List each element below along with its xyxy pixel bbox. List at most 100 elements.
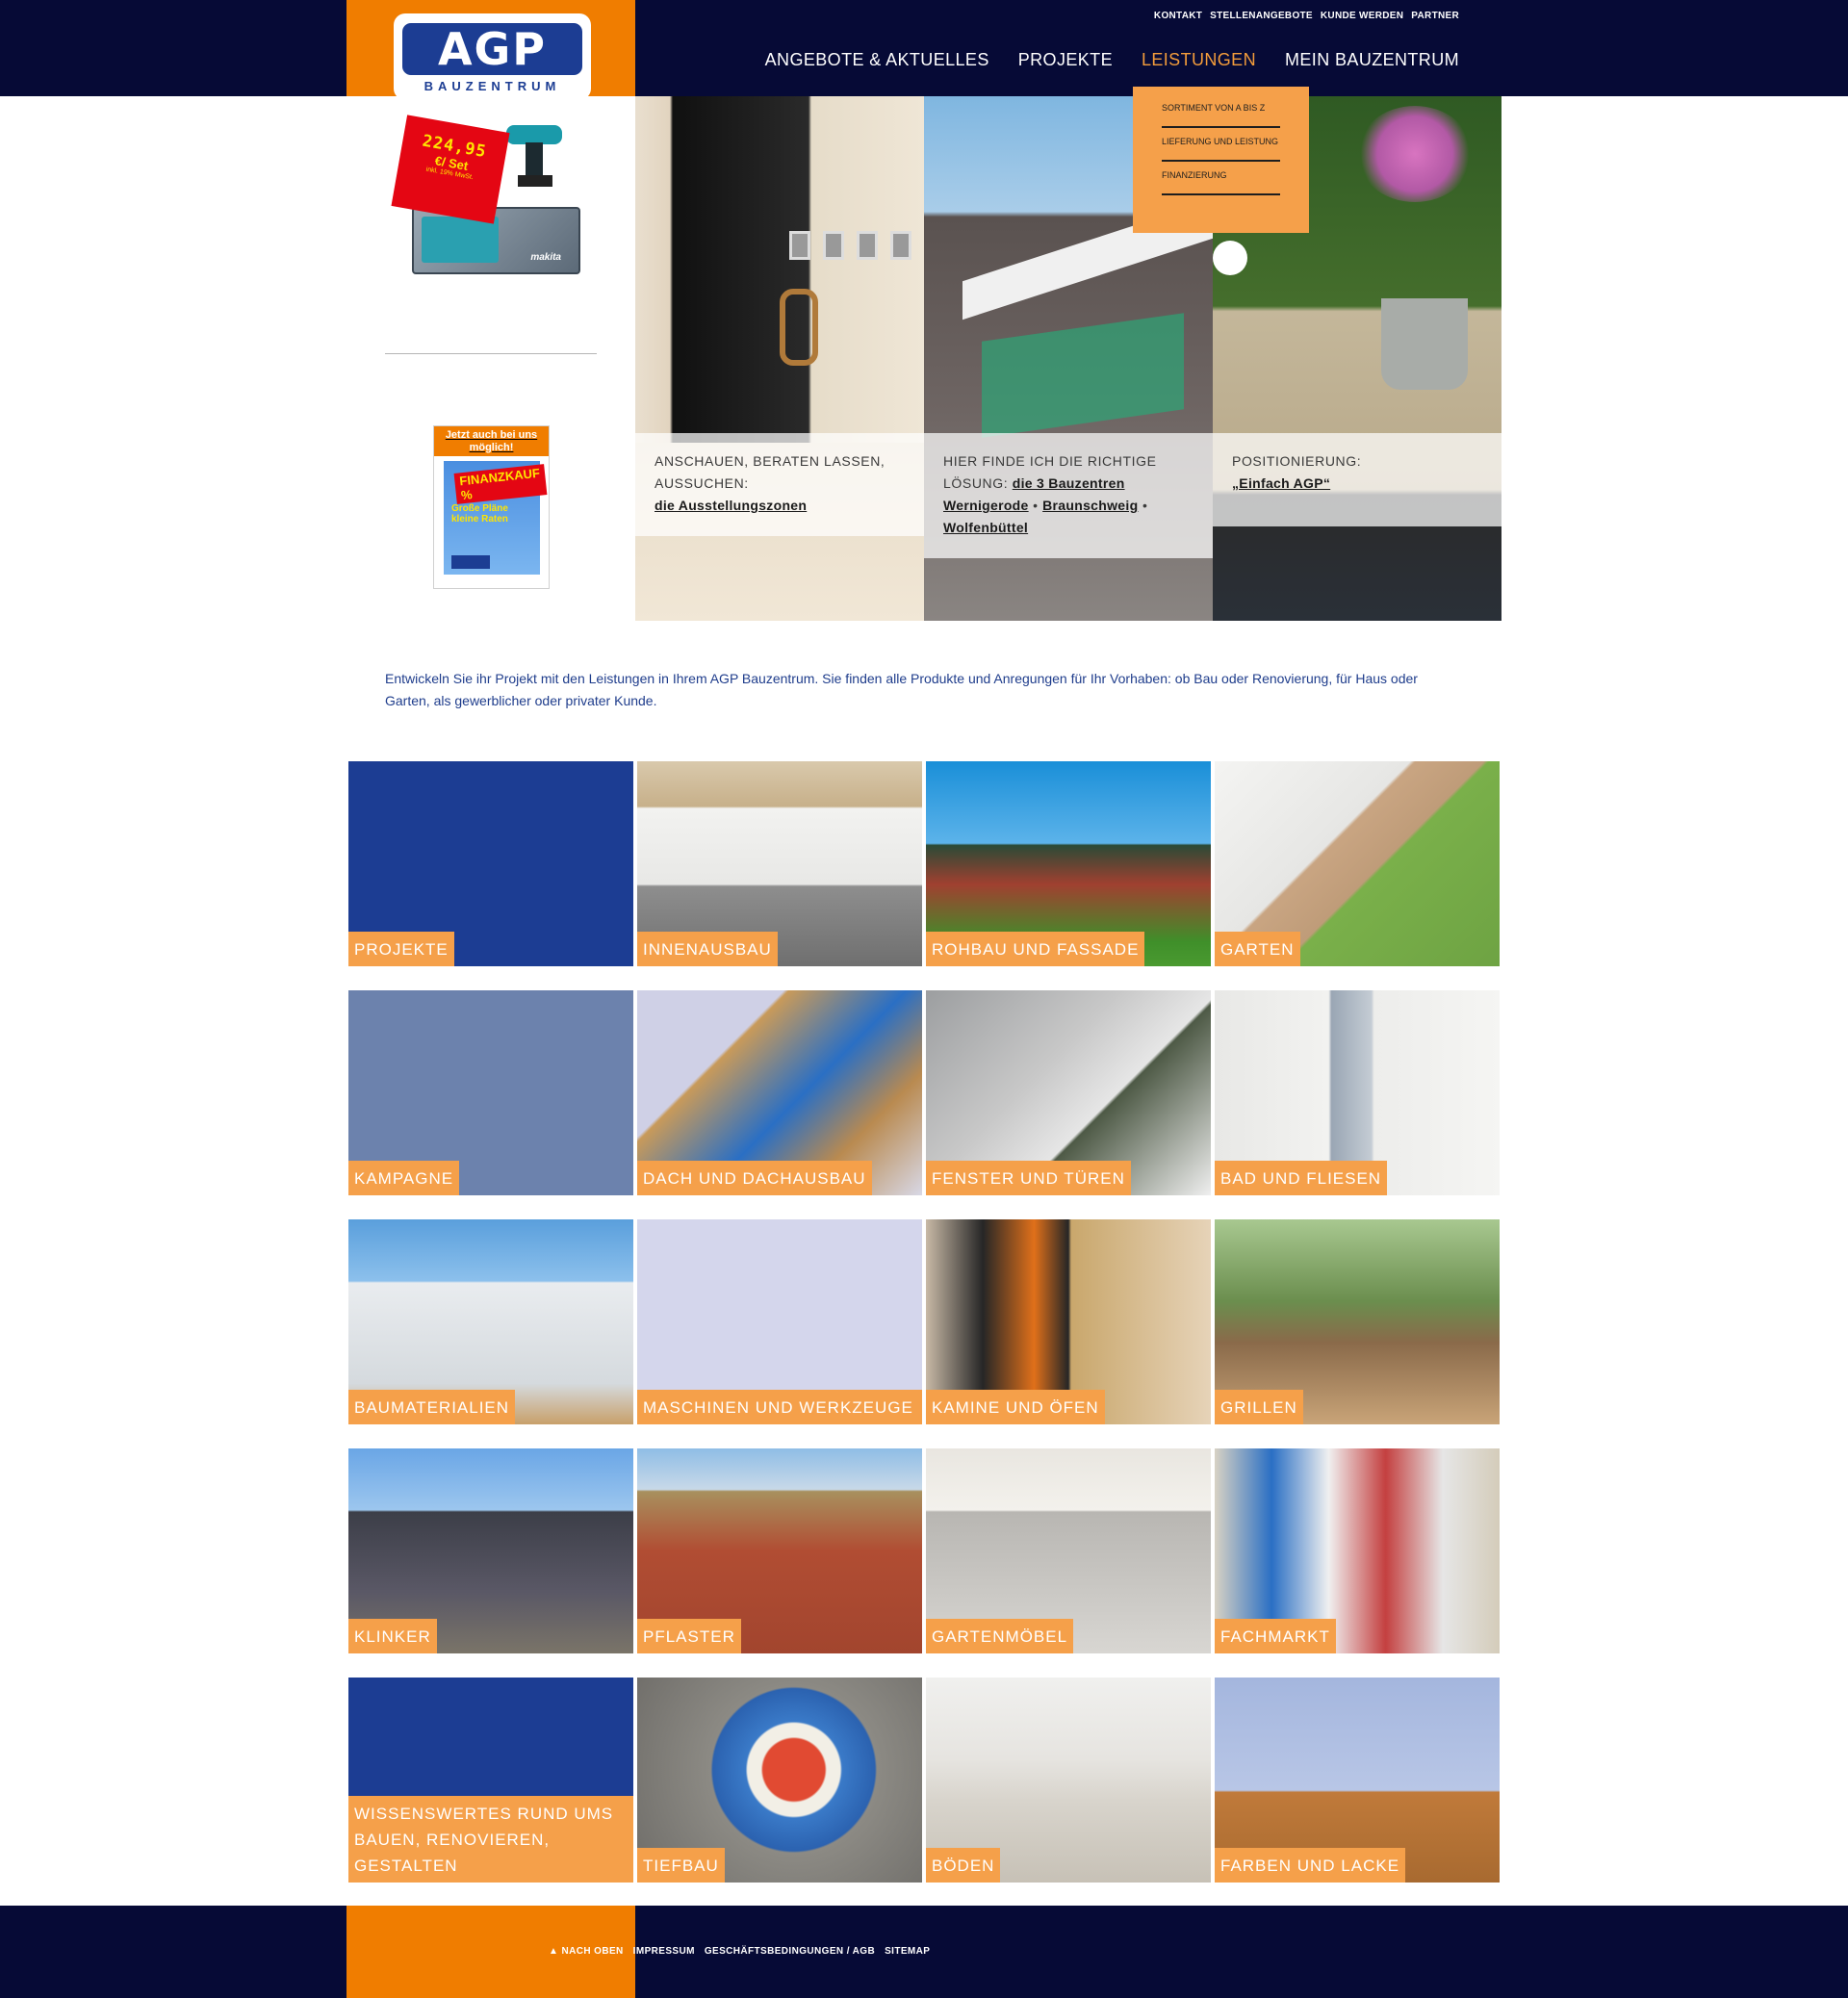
category-label: MASCHINEN UND WERKZEUGE [637,1390,922,1424]
utility-link-kunde-werden[interactable]: KUNDE WERDEN [1321,11,1403,21]
separator: • [1033,498,1039,513]
category-label: PROJEKTE [348,932,454,966]
link-ausstellungszonen[interactable]: die Ausstellungszonen [654,498,807,513]
category-tile[interactable]: GARTEN [1215,761,1500,966]
back-to-top-label: NACH OBEN [561,1946,624,1957]
category-label: KAMPAGNE [348,1161,460,1195]
category-tile[interactable]: GRILLEN [1215,1219,1500,1424]
category-label: BAUMATERIALIEN [348,1390,516,1424]
category-tile[interactable]: INNENAUSBAU [637,761,922,966]
logo-subtitle: BAUZENTRUM [424,79,561,93]
utility-nav: KONTAKT STELLENANGEBOTE KUNDE WERDEN PAR… [1154,11,1459,21]
hero-caption-1: ANSCHAUEN, BERATEN LASSEN, AUSSUCHEN: di… [635,433,924,536]
wall-picture [890,231,911,260]
category-tile[interactable]: BAD UND FLIESEN [1215,990,1500,1195]
footer-link-sitemap[interactable]: SITEMAP [885,1946,930,1957]
logo-home-link[interactable]: AGP BAUZENTRUM [394,13,591,100]
promo-finance-banner[interactable]: Jetzt auch bei uns möglich! FINANZKAUF %… [433,425,550,589]
nav-mein-bauzentrum[interactable]: MEIN BAUZENTRUM [1285,50,1459,70]
hero-flower-pot [1381,298,1468,390]
category-tile[interactable]: BÖDEN [926,1678,1211,1883]
hero-caption-2: HIER FINDE ICH DIE RICHTIGE LÖSUNG: die … [924,433,1213,558]
drill-icon [506,119,564,187]
category-label: BAD UND FLIESEN [1215,1161,1388,1195]
hero-flowers [1357,106,1473,202]
category-label: ROHBAU UND FASSADE [926,932,1145,966]
category-label: KLINKER [348,1619,437,1653]
main-nav: ANGEBOTE & AKTUELLES PROJEKTE LEISTUNGEN… [765,50,1459,70]
link-wolfenbuettel[interactable]: Wolfenbüttel [943,520,1028,535]
utility-link-partner[interactable]: PARTNER [1411,11,1459,21]
hero-showroom: ANSCHAUEN, BERATEN LASSEN, AUSSUCHEN: di… [635,96,924,621]
leistungen-dropdown: SORTIMENT VON A BIS Z LIEFERUNG UND LEIS… [1133,87,1309,233]
finance-claim: Große Pläne kleine Raten [451,503,508,525]
separator: • [1142,498,1148,513]
wall-picture [823,231,844,260]
dropdown-item-lieferung[interactable]: LIEFERUNG UND LEISTUNG [1162,128,1280,162]
category-tile[interactable]: BAUMATERIALIEN [348,1219,633,1424]
nav-angebote[interactable]: ANGEBOTE & AKTUELLES [765,50,989,70]
category-label: GARTEN [1215,932,1300,966]
category-tile[interactable]: KLINKER [348,1448,633,1653]
sidebar-divider [385,353,597,354]
hero-glass-balcony [982,313,1184,438]
dropdown-item-finanzierung[interactable]: FINANZIERUNG [1162,162,1280,195]
link-3-bauzentren[interactable]: die 3 Bauzentren [1013,475,1125,491]
utility-link-stellenangebote[interactable]: STELLENANGEBOTE [1210,11,1313,21]
price-badge: 224,95 €/ Set inkl. 19% MwSt. [391,115,510,224]
finance-flyer: FINANZKAUF % Große Pläne kleine Raten [444,461,548,575]
category-label: BÖDEN [926,1848,1001,1883]
promo-drill-offer[interactable]: makita 224,95 €/ Set inkl. 19% MwSt. [391,115,595,284]
finance-tag: FINANZKAUF % [453,464,548,504]
link-einfach-agp[interactable]: „Einfach AGP“ [1232,475,1330,491]
wall-picture [789,231,810,260]
category-tile[interactable]: TIEFBAU [637,1678,922,1883]
wall-picture [857,231,878,260]
logo-block: AGP BAUZENTRUM [346,0,635,100]
drill-grip [526,142,543,177]
category-tile[interactable]: ROHBAU UND FASSADE [926,761,1211,966]
intro-text: Entwickeln Sie ihr Projekt mit den Leist… [385,671,1418,708]
link-braunschweig[interactable]: Braunschweig [1042,498,1138,513]
category-tile[interactable]: FENSTER UND TÜREN [926,990,1211,1195]
category-tile[interactable]: DACH UND DACHAUSBAU [637,990,922,1195]
dropdown-item-sortiment[interactable]: SORTIMENT VON A BIS Z [1162,94,1280,128]
category-tile[interactable]: GARTENMÖBEL [926,1448,1211,1653]
tool-case-insert [422,217,499,263]
chair-image [780,289,818,366]
category-label: GARTENMÖBEL [926,1619,1074,1653]
utility-link-kontakt[interactable]: KONTAKT [1154,11,1202,21]
drill-head [506,125,562,144]
category-tile[interactable]: KAMPAGNE [348,990,633,1195]
footer-nav: ▲ NACH OBEN IMPRESSUM GESCHÄFTSBEDINGUNG… [549,1946,930,1957]
footer-link-agb[interactable]: GESCHÄFTSBEDINGUNGEN / AGB [705,1946,875,1957]
category-label: FACHMARKT [1215,1619,1336,1653]
hero-caption-3: POSITIONIERUNG: „Einfach AGP“ [1213,433,1502,526]
footer: ▲ NACH OBEN IMPRESSUM GESCHÄFTSBEDINGUNG… [0,1906,1848,1998]
category-tile[interactable]: MASCHINEN UND WERKZEUGE [637,1219,922,1424]
link-wernigerode[interactable]: Wernigerode [943,498,1029,513]
finance-heading: Jetzt auch bei uns möglich! [434,426,549,457]
nav-projekte[interactable]: PROJEKTE [1018,50,1113,70]
hero-caption-text: POSITIONIERUNG: [1232,453,1362,469]
promo-brand: makita [530,252,561,263]
category-label: PFLASTER [637,1619,741,1653]
category-tile[interactable]: FACHMARKT [1215,1448,1500,1653]
chevron-up-icon: ▲ [549,1946,559,1957]
hero-caption-text: ANSCHAUEN, BERATEN LASSEN, AUSSUCHEN: [654,453,886,491]
nav-leistungen[interactable]: LEISTUNGEN [1142,50,1256,70]
category-label: WISSENSWERTES RUND UMS BAUEN, RENOVIEREN… [348,1796,633,1883]
category-label: FENSTER UND TÜREN [926,1161,1131,1195]
category-tile[interactable]: KAMINE UND ÖFEN [926,1219,1211,1424]
back-to-top-link[interactable]: ▲ NACH OBEN [549,1946,624,1957]
category-tile[interactable]: PROJEKTE [348,761,633,966]
category-label: TIEFBAU [637,1848,725,1883]
category-tile[interactable]: FARBEN UND LACKE [1215,1678,1500,1883]
finance-logo [451,555,490,569]
category-label: KAMINE UND ÖFEN [926,1390,1105,1424]
category-label: FARBEN UND LACKE [1215,1848,1406,1883]
logo-text: AGP [437,23,548,75]
category-tile[interactable]: WISSENSWERTES RUND UMS BAUEN, RENOVIEREN… [348,1678,633,1883]
footer-link-impressum[interactable]: IMPRESSUM [633,1946,695,1957]
category-tile[interactable]: PFLASTER [637,1448,922,1653]
